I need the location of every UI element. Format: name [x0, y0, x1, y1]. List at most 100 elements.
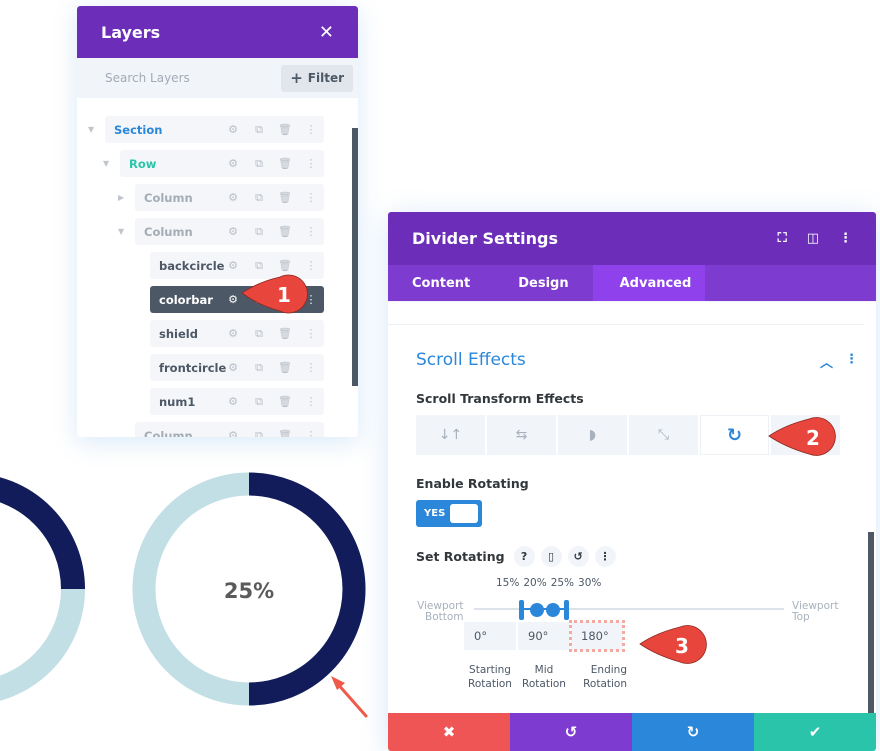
layer-item-module[interactable]: shield ⚙ ⧉ 🗑 ⋮: [150, 320, 324, 347]
tab-content[interactable]: Content: [388, 265, 494, 301]
modal-tabs: Content Design Advanced: [388, 265, 876, 301]
donut-left: [0, 477, 85, 701]
section-title[interactable]: Scroll Effects: [416, 350, 526, 370]
collapse-arrow-icon[interactable]: ▼: [118, 227, 124, 236]
more-icon[interactable]: ⋮: [298, 361, 324, 375]
layer-item-module[interactable]: frontcircle ⚙ ⧉ 🗑 ⋮: [150, 354, 324, 381]
layers-title: Layers: [101, 22, 161, 42]
layer-item-column[interactable]: ▶ Column ⚙ ⧉ 🗑 ⋮: [118, 184, 324, 211]
ending-rotation-input[interactable]: 180°: [569, 620, 625, 652]
caption-line: Ending: [590, 664, 627, 676]
modal-body: Scroll Effects ︿ ⋮ Scroll Transform Effe…: [388, 301, 876, 722]
reset-icon[interactable]: ↺: [567, 546, 589, 567]
more-icon[interactable]: ⋮: [298, 225, 324, 239]
caption-line: Starting: [469, 664, 511, 676]
slider-handle-mid-end[interactable]: [546, 603, 560, 617]
redo-button[interactable]: ↻: [632, 713, 754, 751]
trash-icon[interactable]: 🗑: [272, 225, 298, 239]
layers-scrollbar[interactable]: [352, 128, 358, 386]
duplicate-icon[interactable]: ⧉: [246, 191, 272, 205]
modal-header: Divider Settings ⛶ ◫ ⋮: [388, 212, 876, 265]
divider-settings-modal: Divider Settings ⛶ ◫ ⋮ Content Design Ad…: [388, 212, 876, 751]
duplicate-icon[interactable]: ⧉: [246, 429, 272, 438]
effect-scaling[interactable]: ⤡: [629, 415, 698, 455]
set-rotating-label: Set Rotating: [416, 549, 505, 564]
layer-item-section[interactable]: ▼ Section ⚙ ⧉ 🗑 ⋮: [88, 116, 324, 143]
filter-label: Filter: [307, 71, 344, 85]
filter-button[interactable]: + Filter: [281, 64, 353, 92]
effect-vertical-motion[interactable]: ↓↑: [416, 415, 485, 455]
trash-icon[interactable]: 🗑: [272, 259, 298, 273]
more-icon[interactable]: ⋮: [298, 327, 324, 341]
gear-icon[interactable]: ⚙: [220, 191, 246, 205]
tab-design[interactable]: Design: [494, 265, 592, 301]
save-button[interactable]: ✔: [754, 713, 876, 751]
trash-icon[interactable]: 🗑: [272, 123, 298, 137]
more-icon[interactable]: ⋮: [298, 259, 324, 273]
duplicate-icon[interactable]: ⧉: [246, 395, 272, 409]
more-icon[interactable]: ⋮: [839, 231, 852, 246]
effect-fading[interactable]: ◗: [558, 415, 627, 455]
duplicate-icon[interactable]: ⧉: [246, 327, 272, 341]
duplicate-icon[interactable]: ⧉: [246, 259, 272, 273]
starting-rotation-input[interactable]: 0°: [464, 622, 516, 650]
collapse-arrow-icon[interactable]: ▼: [103, 159, 109, 168]
collapse-arrow-icon[interactable]: ▼: [88, 125, 94, 134]
slider-handle-start[interactable]: [519, 600, 524, 620]
layer-item-column[interactable]: Column ⚙ ⧉ 🗑 ⋮: [135, 422, 324, 437]
caption-line: Rotation: [522, 678, 566, 690]
mid-rotation-input[interactable]: 90°: [518, 622, 570, 650]
callout-1: 1: [241, 274, 308, 314]
gear-icon[interactable]: ⚙: [220, 361, 246, 375]
trash-icon[interactable]: 🗑: [272, 361, 298, 375]
tab-advanced[interactable]: Advanced: [592, 265, 705, 301]
gear-icon[interactable]: ⚙: [220, 157, 246, 171]
more-icon[interactable]: ⋮: [298, 123, 324, 137]
gear-icon[interactable]: ⚙: [220, 123, 246, 137]
gear-icon[interactable]: ⚙: [220, 225, 246, 239]
undo-button[interactable]: ↺: [510, 713, 632, 751]
layer-item-row[interactable]: ▼ Row ⚙ ⧉ 🗑 ⋮: [103, 150, 324, 177]
trash-icon[interactable]: 🗑: [272, 157, 298, 171]
callout-3: 3: [639, 625, 707, 664]
duplicate-icon[interactable]: ⧉: [246, 157, 272, 171]
layer-item-column[interactable]: ▼ Column ⚙ ⧉ 🗑 ⋮: [118, 218, 324, 245]
effect-horizontal-motion[interactable]: ⇆: [487, 415, 556, 455]
focus-icon[interactable]: ⛶: [778, 231, 787, 246]
help-icon[interactable]: ?: [513, 546, 535, 567]
divider: [388, 324, 864, 325]
duplicate-icon[interactable]: ⧉: [246, 361, 272, 375]
gear-icon[interactable]: ⚙: [220, 429, 246, 438]
chevron-up-icon[interactable]: ︿: [820, 352, 833, 371]
slider-handle-mid-start[interactable]: [530, 603, 544, 617]
gear-icon[interactable]: ⚙: [220, 327, 246, 341]
trash-icon[interactable]: 🗑: [272, 327, 298, 341]
close-icon[interactable]: ✕: [319, 22, 334, 43]
gear-icon[interactable]: ⚙: [220, 395, 246, 409]
effect-rotating[interactable]: ↻: [700, 415, 769, 455]
layer-item-module[interactable]: num1 ⚙ ⧉ 🗑 ⋮: [150, 388, 324, 415]
mid-rotation-caption: Mid Rotation: [516, 663, 572, 691]
gear-icon[interactable]: ⚙: [220, 259, 246, 273]
duplicate-icon[interactable]: ⧉: [246, 123, 272, 137]
more-icon[interactable]: ⋮: [298, 191, 324, 205]
trash-icon[interactable]: 🗑: [272, 429, 298, 438]
cancel-button[interactable]: ✖: [388, 713, 510, 751]
split-view-icon[interactable]: ◫: [807, 231, 819, 246]
slider-handle-end[interactable]: [564, 600, 569, 620]
trash-icon[interactable]: 🗑: [272, 395, 298, 409]
duplicate-icon[interactable]: ⧉: [246, 225, 272, 239]
viewport-bottom-label: Viewport Bottom: [416, 601, 463, 623]
expand-arrow-icon[interactable]: ▶: [118, 193, 124, 202]
more-icon[interactable]: ⋮: [298, 395, 324, 409]
mobile-icon[interactable]: ▯: [540, 546, 562, 567]
trash-icon[interactable]: 🗑: [272, 191, 298, 205]
more-icon[interactable]: ⋮: [594, 546, 616, 567]
search-layers-input[interactable]: [105, 71, 265, 85]
more-icon[interactable]: ⋮: [298, 429, 324, 438]
enable-rotating-toggle[interactable]: YES: [416, 500, 482, 527]
layers-search-bar: + Filter: [77, 58, 358, 98]
more-icon[interactable]: ⋮: [298, 157, 324, 171]
more-icon[interactable]: ⋮: [845, 352, 858, 371]
modal-scrollbar[interactable]: [868, 532, 874, 722]
